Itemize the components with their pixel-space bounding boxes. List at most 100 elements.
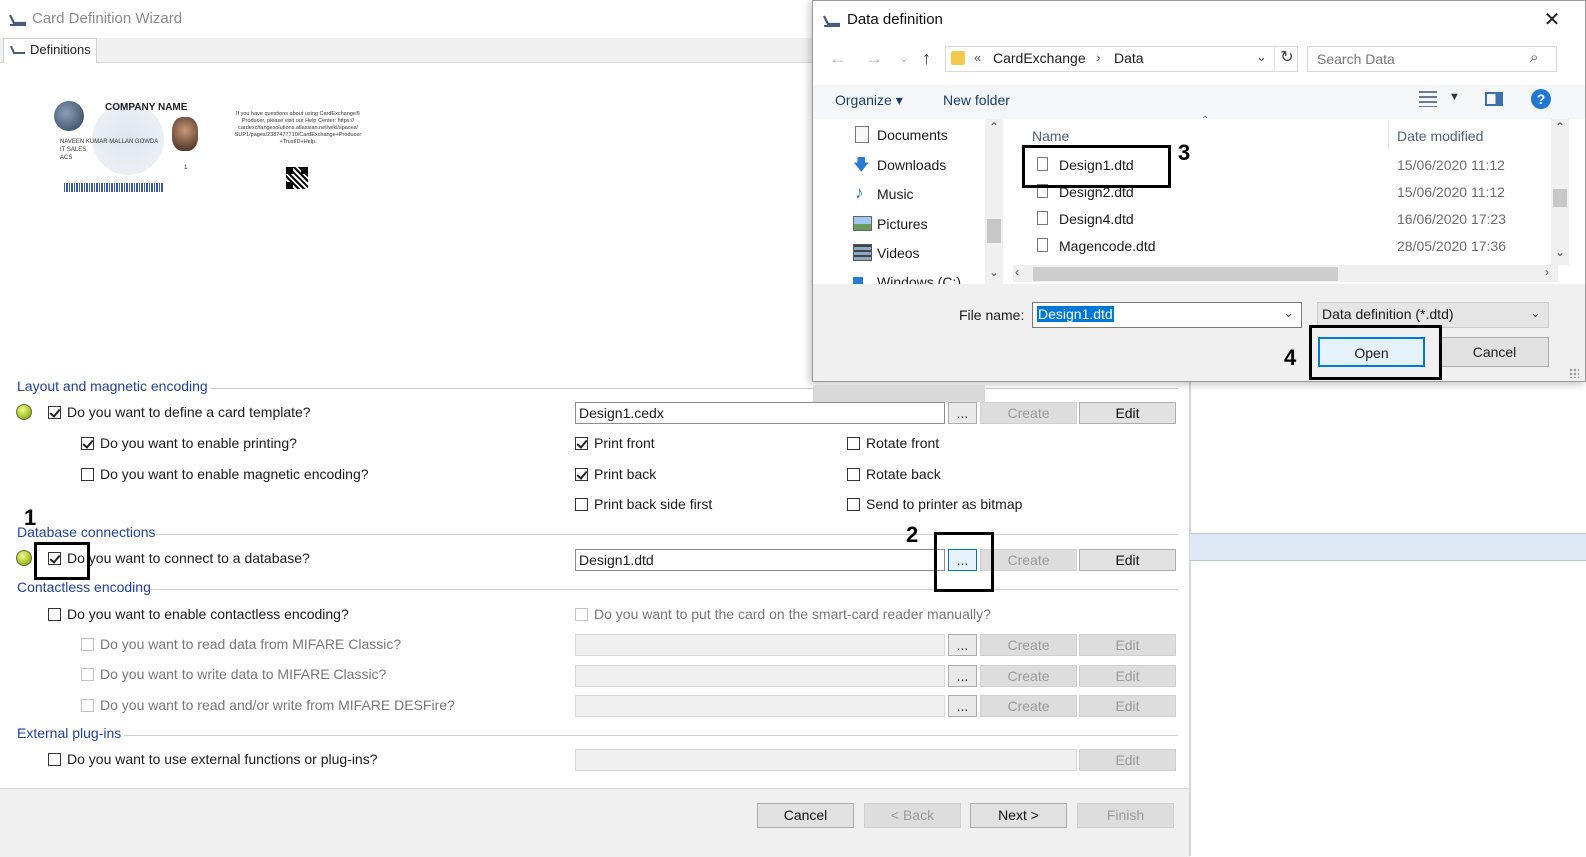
create-desfire-button[interactable]: Create bbox=[980, 695, 1077, 717]
address-bar[interactable]: « CardExchange › Data ⌄ ↻ bbox=[945, 46, 1298, 72]
chevron-down-icon[interactable]: ⌄ bbox=[1530, 305, 1541, 321]
annotation-number-3: 3 bbox=[1178, 140, 1191, 165]
divider bbox=[124, 735, 1178, 736]
desfire-checkbox[interactable] bbox=[81, 699, 94, 712]
chevron-down-icon[interactable]: ⌄ bbox=[1283, 305, 1294, 321]
scroll-thumb[interactable] bbox=[987, 219, 1001, 243]
finish-button[interactable]: Finish bbox=[1077, 803, 1174, 828]
scroll-down-icon[interactable]: ⌄ bbox=[1555, 245, 1565, 259]
edit-plugins-button[interactable]: Edit bbox=[1079, 749, 1176, 771]
annotation-number-1: 1 bbox=[24, 505, 37, 530]
divider bbox=[210, 388, 1178, 389]
card-number: 1 bbox=[184, 165, 188, 171]
section-title-contactless: Contactless encoding bbox=[17, 579, 151, 595]
nav-item-windows-c[interactable]: Windows (C:) bbox=[877, 274, 961, 284]
browse-read-mifare-button[interactable]: ... bbox=[948, 634, 977, 656]
template-file-field[interactable]: Design1.cedx bbox=[575, 402, 945, 424]
scroll-up-icon[interactable]: ⌃ bbox=[989, 120, 999, 134]
organize-menu[interactable]: Organize ▾ bbox=[835, 92, 903, 109]
nav-scrollbar[interactable]: ⌃ ⌄ bbox=[985, 119, 1003, 284]
create-template-button[interactable]: Create bbox=[980, 402, 1077, 424]
manual-reader-checkbox[interactable] bbox=[575, 608, 588, 621]
external-plugins-field[interactable] bbox=[575, 749, 1077, 771]
print-back-first-checkbox[interactable] bbox=[575, 498, 588, 511]
file-name-input[interactable]: Design1.dtd ⌄ bbox=[1032, 302, 1302, 328]
refresh-icon[interactable]: ↻ bbox=[1274, 47, 1299, 71]
file-icon bbox=[1037, 211, 1048, 225]
scroll-down-icon[interactable]: ⌄ bbox=[989, 265, 999, 279]
view-options-icon[interactable] bbox=[1419, 91, 1437, 107]
nav-item-pictures[interactable]: Pictures bbox=[877, 216, 928, 232]
file-name-value: Design1.dtd bbox=[1037, 306, 1114, 322]
tab-definitions[interactable]: Definitions bbox=[3, 38, 97, 63]
new-folder-button[interactable]: New folder bbox=[943, 92, 1010, 108]
rotate-front-checkbox[interactable] bbox=[847, 437, 860, 450]
globe-logo-icon bbox=[54, 101, 84, 131]
view-dropdown-icon[interactable]: ▼ bbox=[1449, 91, 1460, 103]
enable-contactless-checkbox[interactable] bbox=[48, 608, 61, 621]
recent-chevron-icon[interactable]: ⌄ bbox=[899, 51, 909, 65]
rotate-back-checkbox[interactable] bbox=[847, 468, 860, 481]
print-front-checkbox[interactable] bbox=[575, 437, 588, 450]
resize-grip-icon[interactable] bbox=[1569, 368, 1579, 378]
scroll-left-icon[interactable]: ‹ bbox=[1015, 265, 1019, 279]
search-input[interactable]: Search Data bbox=[1317, 51, 1395, 67]
forward-arrow-icon[interactable]: → bbox=[865, 48, 883, 69]
up-arrow-icon[interactable]: ↑ bbox=[922, 48, 931, 69]
enable-printing-checkbox[interactable] bbox=[81, 437, 94, 450]
write-mifare-field[interactable] bbox=[575, 665, 945, 687]
divider bbox=[156, 534, 1178, 535]
breadcrumb-cardexchange[interactable]: CardExchange bbox=[993, 50, 1086, 66]
create-write-mifare-button[interactable]: Create bbox=[980, 665, 1077, 687]
address-dropdown-icon[interactable]: ⌄ bbox=[1256, 49, 1267, 65]
nav-item-music[interactable]: Music bbox=[877, 186, 914, 202]
write-mifare-checkbox[interactable] bbox=[81, 668, 94, 681]
edit-desfire-button[interactable]: Edit bbox=[1079, 695, 1176, 717]
next-button[interactable]: Next > bbox=[970, 803, 1067, 828]
read-mifare-field[interactable] bbox=[575, 634, 945, 656]
search-icon[interactable]: ⌕ bbox=[1530, 49, 1538, 66]
browse-write-mifare-button[interactable]: ... bbox=[948, 665, 977, 687]
scroll-thumb[interactable] bbox=[1553, 189, 1567, 207]
edit-write-mifare-button[interactable]: Edit bbox=[1079, 665, 1176, 687]
browse-desfire-button[interactable]: ... bbox=[948, 695, 977, 717]
edit-template-button[interactable]: Edit bbox=[1079, 402, 1176, 424]
browse-template-button[interactable]: ... bbox=[948, 402, 977, 424]
file-vertical-scrollbar[interactable]: ⌃ ⌄ bbox=[1551, 119, 1569, 265]
column-header-date[interactable]: Date modified bbox=[1397, 128, 1483, 144]
search-box[interactable]: Search Data ⌕ bbox=[1307, 46, 1557, 72]
edit-database-button[interactable]: Edit bbox=[1079, 549, 1176, 571]
column-header-name[interactable]: Name bbox=[1032, 128, 1069, 144]
read-mifare-checkbox[interactable] bbox=[81, 638, 94, 651]
define-template-checkbox[interactable] bbox=[48, 406, 61, 419]
database-file-field[interactable]: Design1.dtd bbox=[575, 549, 945, 571]
create-read-mifare-button[interactable]: Create bbox=[980, 634, 1077, 656]
nav-item-videos[interactable]: Videos bbox=[877, 245, 920, 261]
annotation-box-1 bbox=[34, 542, 90, 580]
desfire-field[interactable] bbox=[575, 695, 945, 717]
scroll-up-icon[interactable]: ⌃ bbox=[1555, 120, 1565, 134]
sort-indicator-icon: ⌃ bbox=[1201, 115, 1210, 126]
enable-magnetic-checkbox[interactable] bbox=[81, 468, 94, 481]
nav-item-documents[interactable]: Documents bbox=[877, 127, 948, 143]
close-icon[interactable]: ✕ bbox=[1537, 7, 1567, 31]
send-bitmap-checkbox[interactable] bbox=[847, 498, 860, 511]
edit-read-mifare-button[interactable]: Edit bbox=[1079, 634, 1176, 656]
file-row[interactable]: Design4.dtd 16/06/2020 17:23 bbox=[1025, 207, 1545, 231]
scroll-right-icon[interactable]: › bbox=[1545, 265, 1549, 279]
help-text: If you have questions about using CardEx… bbox=[234, 111, 362, 145]
breadcrumb-data[interactable]: Data bbox=[1114, 50, 1144, 66]
file-row[interactable]: Magencode.dtd 28/05/2020 17:36 bbox=[1025, 234, 1545, 258]
scroll-thumb[interactable] bbox=[1033, 267, 1338, 281]
cancel-button[interactable]: Cancel bbox=[757, 803, 854, 828]
help-icon[interactable]: ? bbox=[1531, 89, 1551, 109]
nav-item-downloads[interactable]: Downloads bbox=[877, 157, 946, 173]
back-arrow-icon[interactable]: ← bbox=[829, 48, 847, 69]
dialog-cancel-button[interactable]: Cancel bbox=[1440, 337, 1549, 367]
create-database-button[interactable]: Create bbox=[980, 549, 1077, 571]
print-back-checkbox[interactable] bbox=[575, 468, 588, 481]
back-button[interactable]: < Back bbox=[864, 803, 961, 828]
windows-drive-icon bbox=[853, 277, 863, 284]
preview-pane-icon[interactable] bbox=[1485, 92, 1503, 106]
external-plugins-checkbox[interactable] bbox=[48, 753, 61, 766]
